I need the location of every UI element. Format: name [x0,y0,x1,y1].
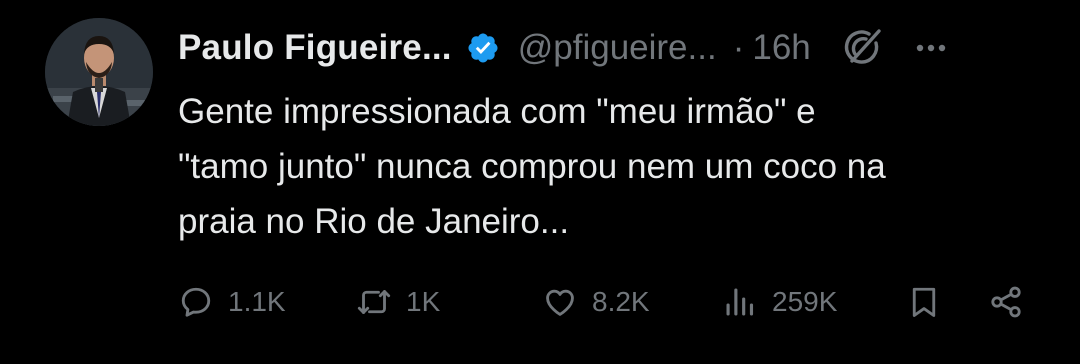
verified-badge-icon[interactable] [466,31,500,65]
reply-count: 1.1K [228,286,286,317]
tweet-text-line: Gente impressionada com "meu irmão" e [178,92,816,131]
bookmark-button[interactable] [906,278,942,326]
like-button[interactable]: 8.2K [542,278,650,326]
author-name[interactable]: Paulo Figueire... [178,28,452,68]
tweet-timestamp[interactable]: 16h [752,28,810,68]
repost-icon [356,284,392,320]
like-icon [542,284,578,320]
author-handle[interactable]: @pfigueire... [518,28,717,68]
views-button[interactable]: 259K [722,278,837,326]
share-icon [988,284,1024,320]
tweet-text-line: "tamo junto" nunca comprou nem um coco n… [178,147,886,186]
avatar[interactable] [45,18,153,126]
separator-dot: · [732,28,745,67]
reply-button[interactable]: 1.1K [178,278,286,326]
tweet-actions: 1.1K 1K 8.2K 259K [178,278,1038,326]
views-count: 259K [772,286,838,317]
tweet-header: Paulo Figueire... @pfigueire... · 16h [178,22,1048,74]
reply-icon [178,284,214,320]
like-count: 8.2K [592,286,650,317]
repost-button[interactable]: 1K [356,278,440,326]
more-options-icon[interactable] [911,28,951,68]
tweet-text-line: praia no Rio de Janeiro... [178,202,570,241]
share-button[interactable] [988,278,1024,326]
tweet[interactable]: Paulo Figueire... @pfigueire... · 16h Ge… [0,0,1080,364]
views-icon [722,284,758,320]
tweet-text: Gente impressionada com "meu irmão" e "t… [178,84,1038,249]
bookmark-icon [906,284,942,320]
grok-icon[interactable] [839,25,885,71]
repost-count: 1K [406,286,441,317]
